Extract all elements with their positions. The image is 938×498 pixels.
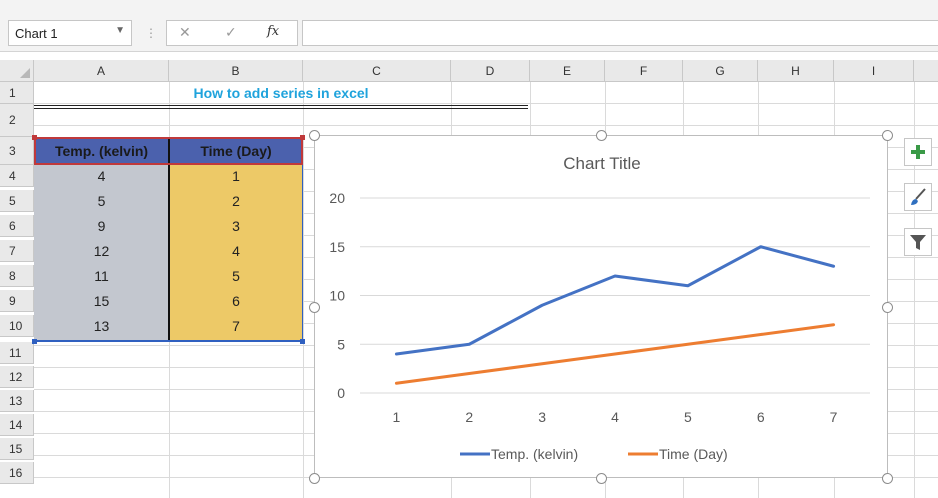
resize-handle[interactable] [882,473,893,484]
x-tick-label: 7 [830,409,838,425]
column-header-e[interactable]: E [530,60,605,82]
range-handle[interactable] [300,339,305,344]
series-line-1 [394,245,836,356]
x-tick-label: 6 [757,409,765,425]
column-header-d[interactable]: D [451,60,530,82]
row-header-5[interactable]: 5 [0,190,34,212]
chevron-down-icon[interactable]: ▼ [115,25,125,36]
brush-icon [911,188,926,205]
row-header-2[interactable]: 2 [0,104,34,137]
name-box[interactable]: Chart 1 ▼ [8,20,132,46]
column-header-h[interactable]: H [758,60,834,82]
resize-handle[interactable] [309,473,320,484]
resize-handle[interactable] [882,130,893,141]
row-header-12[interactable]: 12 [0,366,34,388]
row-header-6[interactable]: 6 [0,215,34,237]
row-header-14[interactable]: 14 [0,414,34,436]
row-header-8[interactable]: 8 [0,265,34,287]
filter-icon [910,235,926,250]
y-tick-label: 10 [329,288,345,304]
chart-title: Chart Title [563,154,640,173]
chart-styles-button[interactable] [904,183,932,211]
chart-filters-button[interactable] [904,228,932,256]
name-box-value: Chart 1 [15,26,58,41]
row-header-4[interactable]: 4 [0,165,34,187]
row-header-15[interactable]: 15 [0,438,34,460]
ribbon-edge [0,0,938,14]
chart-elements-button[interactable] [904,138,932,166]
series-line-2 [394,323,836,385]
column-header-g[interactable]: G [683,60,758,82]
row-header-16[interactable]: 16 [0,462,34,484]
sheet-title[interactable]: How to add series in excel [34,82,528,104]
resize-handle[interactable] [309,302,320,313]
range-handle[interactable] [32,135,37,140]
row-header-1[interactable]: 1 [0,82,34,104]
title-underline [34,105,528,109]
column-header-c[interactable]: C [303,60,451,82]
row-header-11[interactable]: 11 [0,342,34,364]
confirm-icon[interactable]: ✓ [225,24,237,41]
row-header-10[interactable]: 10 [0,315,34,337]
grip-icon: ⋮ [145,26,157,40]
x-tick-label: 4 [611,409,619,425]
insert-function-icon[interactable]: fx [267,24,279,39]
series-name-highlight [34,137,303,165]
cancel-icon[interactable]: ✕ [179,24,191,41]
row-header-7[interactable]: 7 [0,240,34,262]
resize-handle[interactable] [596,473,607,484]
resize-handle[interactable] [596,130,607,141]
column-header-a[interactable]: A [34,60,169,82]
column-header-b[interactable]: B [169,60,303,82]
resize-handle[interactable] [882,302,893,313]
y-tick-label: 5 [337,336,345,352]
series-values-highlight [34,165,303,342]
x-tick-label: 5 [684,409,692,425]
formula-bar: Chart 1 ▼ ⋮ ✕ ✓ fx [0,14,938,52]
line-chart[interactable]: Chart Title 0 5 10 15 20 1 2 3 4 5 6 7 Temp. (kelvin)… [314,135,888,478]
column-header-f[interactable]: F [605,60,683,82]
row-header-3[interactable]: 3 [0,137,34,165]
y-tick-label: 20 [329,190,345,206]
chart-canvas: Chart Title 0 5 10 15 20 1 2 3 4 5 6 7 Temp. (kelvin)… [329,154,870,462]
x-tick-label: 3 [538,409,546,425]
formula-controls: ✕ ✓ fx [166,20,298,46]
x-tick-label: 1 [393,409,401,425]
column-header-next[interactable] [914,60,938,82]
legend-label: Time (Day) [659,446,728,462]
plus-icon [911,145,925,159]
range-handle[interactable] [300,135,305,140]
x-tick-label: 2 [465,409,473,425]
resize-handle[interactable] [309,130,320,141]
column-header-i[interactable]: I [834,60,914,82]
row-header-13[interactable]: 13 [0,390,34,412]
y-tick-label: 15 [329,239,345,255]
formula-input[interactable] [302,20,938,46]
row-header-9[interactable]: 9 [0,290,34,312]
range-handle[interactable] [32,339,37,344]
legend-label: Temp. (kelvin) [491,446,578,462]
y-tick-label: 0 [337,385,345,401]
select-all-corner[interactable] [0,60,34,82]
